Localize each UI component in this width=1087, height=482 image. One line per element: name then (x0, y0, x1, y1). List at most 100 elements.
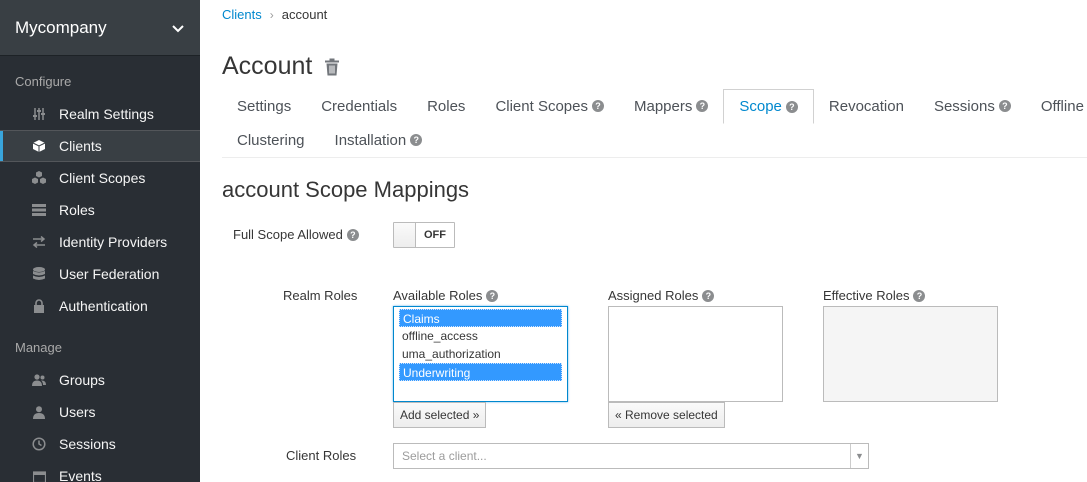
help-icon[interactable]: ? (696, 100, 709, 112)
tab-credentials[interactable]: Credentials (306, 89, 412, 123)
user-icon (31, 404, 47, 420)
tab-client-scopes[interactable]: Client Scopes? (480, 89, 619, 123)
client-roles-label: Client Roles (286, 448, 357, 463)
sidebar-item-roles[interactable]: Roles (0, 194, 200, 226)
full-scope-allowed-toggle[interactable]: OFF (393, 222, 455, 248)
help-icon[interactable]: ? (998, 100, 1011, 112)
breadcrumb-link-clients[interactable]: Clients (222, 7, 262, 22)
calendar-icon (31, 468, 47, 482)
effective-roles-listbox (823, 306, 998, 402)
breadcrumb-current: account (281, 7, 328, 22)
available-roles-listbox[interactable]: Claims offline_access uma_authorization … (393, 306, 568, 402)
help-icon[interactable]: ? (486, 289, 499, 302)
sidebar-item-label: Groups (59, 372, 105, 388)
remove-selected-button[interactable]: « Remove selected (608, 402, 725, 428)
tab-row-2: Clustering Installation? (222, 123, 1087, 157)
sidebar-item-groups[interactable]: Groups (0, 364, 200, 396)
role-option-uma-authorization[interactable]: uma_authorization (399, 345, 562, 363)
tab-row-1: Settings Credentials Roles Client Scopes… (222, 89, 1087, 124)
toggle-state: OFF (424, 229, 446, 241)
sidebar-item-label: Clients (59, 138, 102, 154)
sidebar-item-client-scopes[interactable]: Client Scopes (0, 162, 200, 194)
help-icon[interactable]: ? (592, 100, 604, 112)
available-roles-text: Available Roles (393, 288, 483, 303)
configure-section-title: Configure (15, 74, 72, 89)
sidebar-item-identity-providers[interactable]: Identity Providers (0, 226, 200, 258)
sidebar-item-label: Client Scopes (59, 170, 146, 186)
tab-label: Client Scopes (495, 97, 588, 115)
sidebar-item-label: User Federation (59, 266, 160, 282)
tab-label: Installation (334, 131, 407, 149)
tab-revocation[interactable]: Revocation (814, 89, 919, 123)
trash-icon[interactable] (324, 58, 340, 76)
sidebar-item-label: Realm Settings (59, 106, 154, 122)
sidebar: Mycompany Configure Realm Settings Clien… (0, 0, 200, 482)
sidebar-item-sessions[interactable]: Sessions (0, 428, 200, 460)
help-icon[interactable]: ? (785, 100, 798, 113)
tab-label: Sessions (933, 97, 995, 115)
help-icon[interactable]: ? (913, 289, 926, 302)
chevron-down-icon (172, 20, 184, 36)
sidebar-item-label: Authentication (59, 298, 148, 314)
sliders-icon (31, 106, 47, 122)
sidebar-item-realm-settings[interactable]: Realm Settings (0, 98, 200, 130)
role-option-offline-access[interactable]: offline_access (399, 327, 562, 345)
tab-roles[interactable]: Roles (412, 89, 480, 123)
sidebar-item-clients[interactable]: Clients (0, 130, 200, 162)
effective-roles-text: Effective Roles (823, 288, 910, 303)
scope-mappings-heading: account Scope Mappings (222, 177, 470, 202)
clock-icon (31, 436, 47, 452)
help-icon[interactable]: ? (346, 228, 359, 241)
tab-scope[interactable]: Scope? (723, 89, 814, 124)
sidebar-item-label: Users (59, 404, 96, 420)
realm-selector[interactable]: Mycompany (0, 0, 200, 56)
sidebar-item-user-federation[interactable]: User Federation (0, 258, 200, 290)
client-select-placeholder: Select a client... (402, 449, 487, 463)
realm-name: Mycompany (15, 17, 107, 37)
full-scope-allowed-text: Full Scope Allowed (233, 227, 343, 242)
sidebar-item-authentication[interactable]: Authentication (0, 290, 200, 322)
tab-label: Settings (237, 97, 292, 115)
assigned-roles-listbox[interactable] (608, 306, 783, 402)
add-selected-button[interactable]: Add selected » (393, 402, 487, 428)
cubes-icon (31, 170, 47, 186)
sidebar-item-events[interactable]: Events (0, 460, 200, 482)
help-icon[interactable]: ? (702, 289, 715, 302)
sidebar-item-label: Roles (59, 202, 95, 218)
assigned-roles-label: Assigned Roles? (608, 288, 715, 303)
breadcrumb-separator: › (269, 8, 274, 22)
caret-down-icon: ▼ (850, 444, 868, 468)
effective-roles-label: Effective Roles? (823, 288, 926, 303)
tab-label: Clustering (237, 131, 305, 149)
exchange-icon (31, 234, 47, 250)
tab-mappers[interactable]: Mappers? (619, 89, 723, 123)
tab-label: Credentials (321, 97, 398, 115)
manage-nav: Groups Users Sessions Events (0, 364, 200, 482)
role-option-claims[interactable]: Claims (399, 309, 562, 327)
role-option-underwriting[interactable]: Underwriting (399, 363, 562, 381)
tab-settings[interactable]: Settings (222, 89, 306, 123)
sidebar-item-label: Sessions (59, 436, 116, 452)
tab-clustering[interactable]: Clustering (222, 123, 320, 157)
available-roles-label: Available Roles? (393, 288, 499, 303)
tab-offline-access[interactable]: Offline Access (1026, 89, 1087, 123)
help-icon[interactable]: ? (410, 134, 423, 146)
tab-installation[interactable]: Installation? (320, 123, 438, 157)
users-icon (31, 372, 47, 388)
tab-label: Revocation (828, 97, 904, 115)
configure-nav: Realm Settings Clients Client Scopes Rol… (0, 98, 200, 322)
tab-label: Offline Access (1040, 97, 1087, 115)
tab-label: Mappers (634, 97, 693, 115)
tab-sessions[interactable]: Sessions? (919, 89, 1026, 123)
page-title: Account (222, 52, 313, 80)
realm-roles-label: Realm Roles (283, 288, 358, 303)
client-tabs: Settings Credentials Roles Client Scopes… (222, 89, 1087, 158)
toggle-knob (394, 223, 416, 247)
database-icon (31, 266, 47, 282)
list-icon (31, 202, 47, 218)
lock-icon (31, 298, 47, 314)
client-select[interactable]: Select a client... ▼ (393, 443, 869, 469)
full-scope-allowed-label: Full Scope Allowed? (233, 227, 359, 242)
sidebar-item-users[interactable]: Users (0, 396, 200, 428)
breadcrumb: Clients › account (222, 7, 327, 22)
